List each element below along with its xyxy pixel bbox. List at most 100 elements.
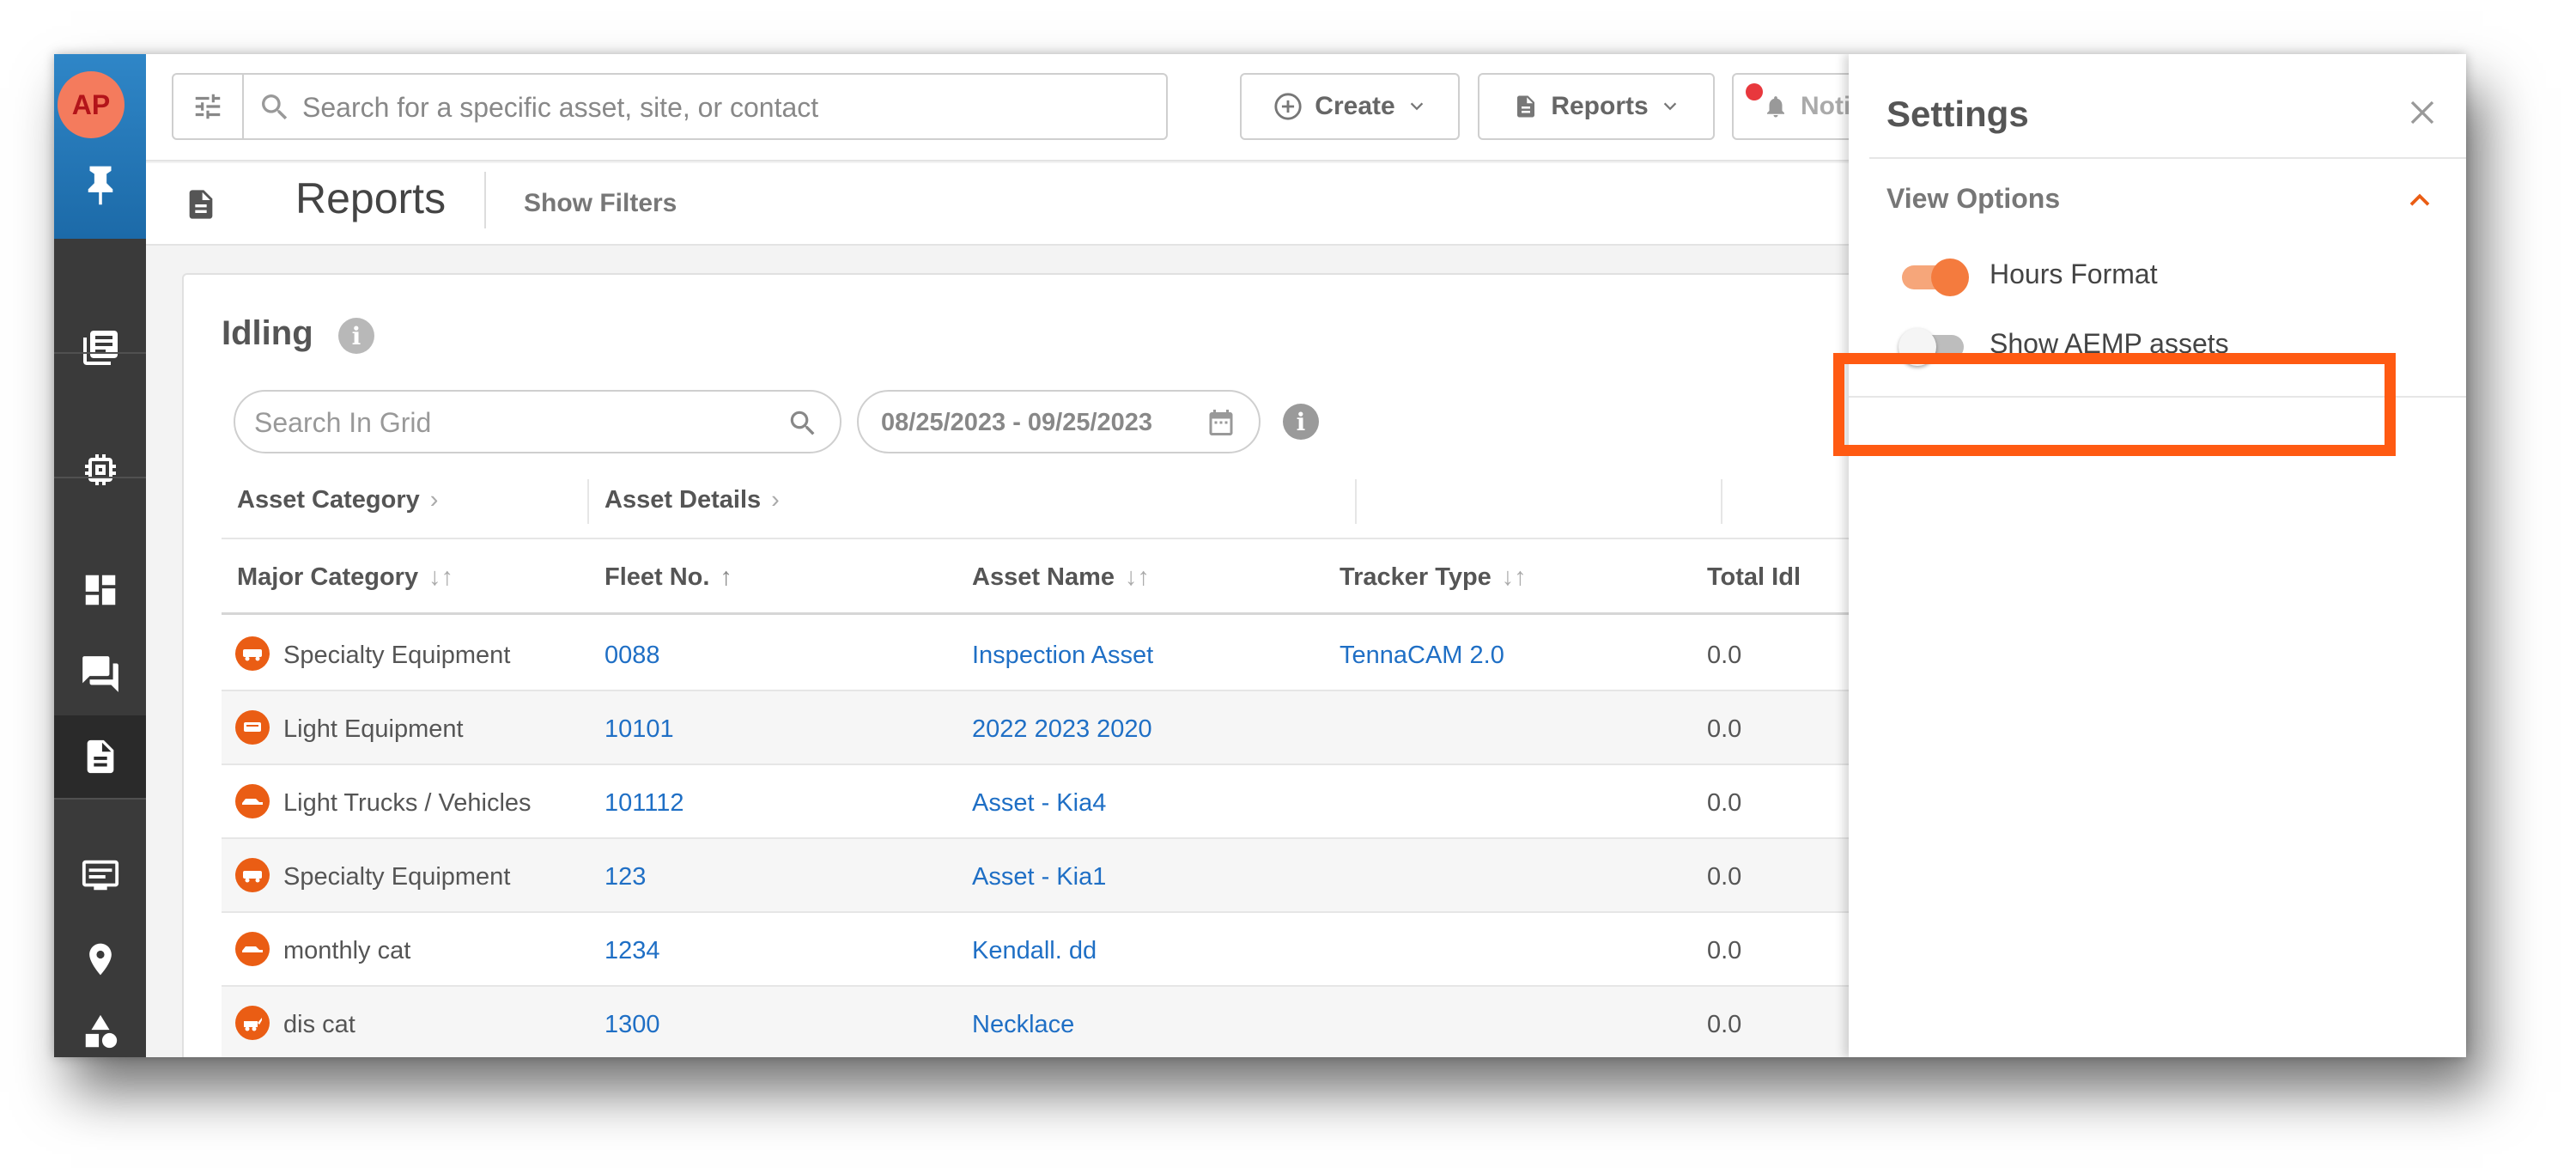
table-row[interactable]: Light Equipment 10101 2022 2023 2020 0.0 (222, 691, 1853, 765)
date-range-picker[interactable]: 08/25/2023 - 09/25/2023 (857, 390, 1261, 453)
cell-total: 0.0 (1707, 789, 1742, 817)
sidebar-item-assets[interactable] (54, 307, 146, 389)
close-icon[interactable] (2407, 97, 2438, 128)
hours-format-toggle[interactable] (1902, 259, 1969, 296)
category-icon (235, 858, 270, 892)
search-input[interactable]: Search for a specific asset, site, or co… (302, 92, 818, 124)
cell-tracker-link[interactable]: TennaCAM 2.0 (1340, 642, 1504, 670)
report-doc-icon (189, 190, 213, 219)
view-options-header[interactable]: View Options (1886, 183, 2060, 215)
grid-search[interactable]: Search In Grid (234, 390, 841, 453)
category-icon (235, 932, 270, 966)
table-row[interactable]: monthly cat 1234 Kendall. dd 0.0 (222, 913, 1853, 987)
notification-dot (1746, 83, 1763, 100)
pin-icon[interactable] (54, 150, 146, 219)
list-doc-icon (82, 331, 118, 365)
dashboard-icon (85, 575, 115, 605)
table-row[interactable]: Light Trucks / Vehicles 101112 Asset - K… (222, 765, 1853, 839)
chat-icon (82, 656, 118, 692)
cell-total: 0.0 (1707, 715, 1742, 743)
chevron-down-icon (1663, 102, 1676, 111)
sidebar-item-messages[interactable] (54, 633, 146, 715)
cell-category: Specialty Equipment (283, 863, 511, 891)
sidebar-item-monitor[interactable] (54, 834, 146, 916)
cell-fleet-link[interactable]: 1300 (605, 1011, 660, 1039)
avatar[interactable]: AP (58, 71, 125, 138)
app-window: AP Search for a specific asset, site, or… (54, 54, 2466, 1057)
cell-fleet-link[interactable]: 0088 (605, 642, 660, 670)
col-fleet-no[interactable]: Fleet No. ↑ (605, 563, 732, 592)
chevron-up-icon[interactable] (2407, 190, 2433, 209)
grid-search-input[interactable]: Search In Grid (254, 407, 431, 439)
chip-icon (84, 454, 116, 485)
cell-category: Light Trucks / Vehicles (283, 789, 532, 817)
notifications-label: Noti (1801, 92, 1851, 120)
category-icon (235, 636, 270, 671)
info-icon[interactable]: i (338, 318, 374, 354)
col-major-category[interactable]: Major Category ↓↑ (237, 563, 453, 592)
cell-fleet-link[interactable]: 101112 (605, 789, 683, 818)
cell-category: Specialty Equipment (283, 642, 511, 669)
cell-fleet-link[interactable]: 123 (605, 863, 646, 891)
cell-asset-link[interactable]: Inspection Asset (972, 642, 1153, 670)
date-info-icon[interactable]: i (1283, 404, 1319, 440)
create-label: Create (1315, 92, 1395, 120)
cell-total: 0.0 (1707, 1011, 1742, 1038)
location-pin-icon (88, 943, 112, 976)
reports-menu-button[interactable]: Reports (1478, 73, 1715, 140)
sidebar: AP (54, 54, 146, 1057)
group-header-asset-details[interactable]: Asset Details › (605, 486, 780, 514)
create-button[interactable]: Create (1240, 73, 1460, 140)
cell-asset-link[interactable]: Asset - Kia4 (972, 789, 1106, 818)
cell-fleet-link[interactable]: 1234 (605, 937, 660, 965)
cell-category: monthly cat (283, 937, 411, 964)
category-icon (235, 1006, 270, 1040)
table-row[interactable]: Specialty Equipment 0088 Inspection Asse… (222, 617, 1853, 691)
add-circle-icon (1274, 93, 1302, 120)
hours-format-label: Hours Format (1990, 259, 2158, 289)
cell-category: dis cat (283, 1011, 355, 1038)
bell-icon (1767, 96, 1784, 118)
search-icon (262, 94, 288, 120)
col-asset-name[interactable]: Asset Name ↓↑ (972, 563, 1150, 592)
header-divider (484, 172, 486, 228)
shapes-icon (85, 1014, 117, 1049)
cell-asset-link[interactable]: Necklace (972, 1011, 1074, 1039)
category-icon (235, 784, 270, 818)
chevron-down-icon (1410, 102, 1423, 111)
cell-total: 0.0 (1707, 937, 1742, 964)
col-total-idle[interactable]: Total Idl (1707, 563, 1801, 592)
cell-fleet-link[interactable]: 10101 (605, 715, 674, 744)
table-row[interactable]: dis cat 1300 Necklace 0.0 (222, 987, 1853, 1057)
show-filters-button[interactable]: Show Filters (524, 189, 677, 218)
cell-asset-link[interactable]: 2022 2023 2020 (972, 715, 1152, 744)
date-range-value: 08/25/2023 - 09/25/2023 (881, 409, 1153, 436)
settings-panel: Settings View Options Hours Format Show … (1849, 54, 2466, 1057)
cell-category: Light Equipment (283, 715, 464, 743)
group-header-asset-category[interactable]: Asset Category › (237, 486, 438, 514)
column-group-row: Asset Category › Asset Details › (222, 464, 1853, 539)
sidebar-item-reports[interactable] (54, 715, 146, 798)
sidebar-item-categories[interactable] (54, 990, 146, 1057)
filter-sliders-icon[interactable] (173, 75, 244, 138)
page-title: Reports (295, 174, 447, 222)
reports-label: Reports (1551, 92, 1649, 120)
settings-title: Settings (1886, 94, 2029, 134)
cell-asset-link[interactable]: Asset - Kia1 (972, 863, 1106, 891)
report-title: Idling (222, 314, 313, 352)
highlight-box (1833, 353, 2396, 456)
search-icon (790, 411, 815, 435)
cell-total: 0.0 (1707, 863, 1742, 891)
report-doc-icon (1517, 95, 1535, 118)
monitor-icon (82, 860, 118, 891)
column-header-row: Major Category ↓↑ Fleet No. ↑ Asset Name ↓↑… (222, 539, 1853, 615)
sidebar-item-devices[interactable] (54, 429, 146, 511)
sidebar-item-locations[interactable] (54, 918, 146, 1001)
global-search[interactable]: Search for a specific asset, site, or co… (172, 73, 1168, 140)
col-tracker-type[interactable]: Tracker Type ↓↑ (1340, 563, 1527, 592)
table-row[interactable]: Specialty Equipment 123 Asset - Kia1 0.0 (222, 839, 1853, 913)
category-icon (235, 710, 270, 745)
calendar-icon (1209, 410, 1233, 435)
cell-asset-link[interactable]: Kendall. dd (972, 937, 1097, 965)
sidebar-item-dashboard[interactable] (54, 549, 146, 631)
